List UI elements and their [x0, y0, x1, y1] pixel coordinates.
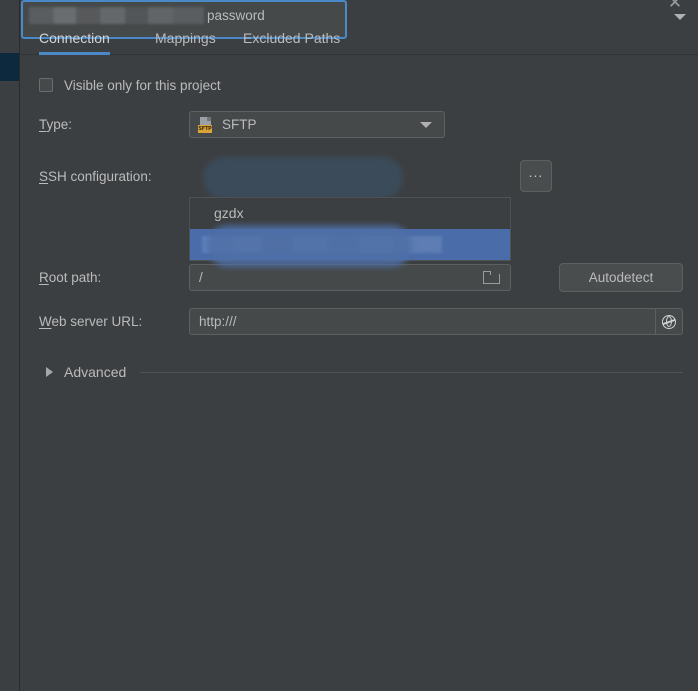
type-label: Type: [39, 117, 72, 132]
advanced-section-toggle[interactable]: Advanced [39, 362, 683, 382]
sidebar-selected-item[interactable] [0, 53, 19, 81]
web-server-url-label: Web server URL: [39, 314, 142, 329]
ssh-configuration-label: SSH configuration: [39, 169, 152, 184]
close-icon[interactable]: ✕ [664, 0, 686, 14]
advanced-section-label: Advanced [64, 364, 127, 380]
root-path-label-rest: oot path: [48, 270, 102, 285]
root-path-value: / [199, 270, 203, 285]
visible-only-checkbox-label: Visible only for this project [64, 77, 221, 93]
root-path-input[interactable]: / [189, 264, 511, 291]
type-label-mnemonic: T [39, 117, 47, 132]
tab-connection[interactable]: Connection [39, 22, 110, 55]
ssh-configuration-label-rest: SH configuration: [48, 169, 152, 184]
visible-only-checkbox-row[interactable]: Visible only for this project [39, 75, 221, 95]
tab-mappings[interactable]: Mappings [155, 22, 216, 54]
ssh-configuration-value-suffix: password [207, 8, 265, 23]
web-server-url-label-mnemonic: W [39, 314, 52, 329]
tab-active-underline [39, 52, 110, 55]
dropdown-item-gzdx-label: gzdx [214, 205, 244, 221]
sidebar-strip [0, 0, 20, 691]
web-server-url-value: http:/// [199, 314, 237, 329]
tab-connection-label: Connection [39, 30, 110, 46]
advanced-separator-line [140, 371, 683, 373]
web-server-url-input[interactable]: http:/// [189, 308, 683, 335]
ssh-configuration-dropdown-list[interactable]: gzdx [189, 197, 511, 261]
root-path-label-mnemonic: R [39, 270, 49, 285]
ssh-configuration-label-mnemonic: S [39, 169, 49, 184]
sftp-file-icon: SFTP [198, 116, 214, 133]
ssh-configuration-browse-button[interactable]: ... [520, 160, 552, 192]
tab-excluded-paths[interactable]: Excluded Paths [243, 22, 340, 54]
autodetect-button[interactable]: Autodetect [559, 263, 683, 292]
root-path-label: Root path: [39, 270, 101, 285]
deployment-connection-panel: ✕ Connection Mappings Excluded Paths Vis… [21, 0, 698, 691]
tab-excluded-paths-label: Excluded Paths [243, 30, 341, 46]
dropdown-item-selected-redacted [202, 236, 442, 253]
tab-bar: Connection Mappings Excluded Paths [21, 22, 698, 55]
chevron-down-icon [674, 14, 686, 20]
type-combobox[interactable]: SFTP SFTP [189, 111, 445, 138]
dropdown-item-selected[interactable] [190, 229, 510, 260]
ssh-configuration-value-redacted [29, 7, 204, 24]
web-server-url-label-rest: eb server URL: [51, 314, 143, 329]
dropdown-item-gzdx[interactable]: gzdx [190, 198, 510, 229]
sftp-icon-badge-label: SFTP [198, 124, 212, 133]
type-combobox-value: SFTP [222, 117, 257, 132]
type-label-rest: ype: [46, 117, 73, 132]
visible-only-checkbox[interactable] [39, 78, 53, 92]
globe-icon[interactable] [655, 309, 682, 334]
tab-mappings-label: Mappings [155, 30, 216, 46]
triangle-right-icon [46, 367, 53, 377]
chevron-down-icon [420, 121, 432, 128]
redaction-overlay [203, 157, 403, 199]
folder-icon[interactable] [483, 270, 501, 285]
